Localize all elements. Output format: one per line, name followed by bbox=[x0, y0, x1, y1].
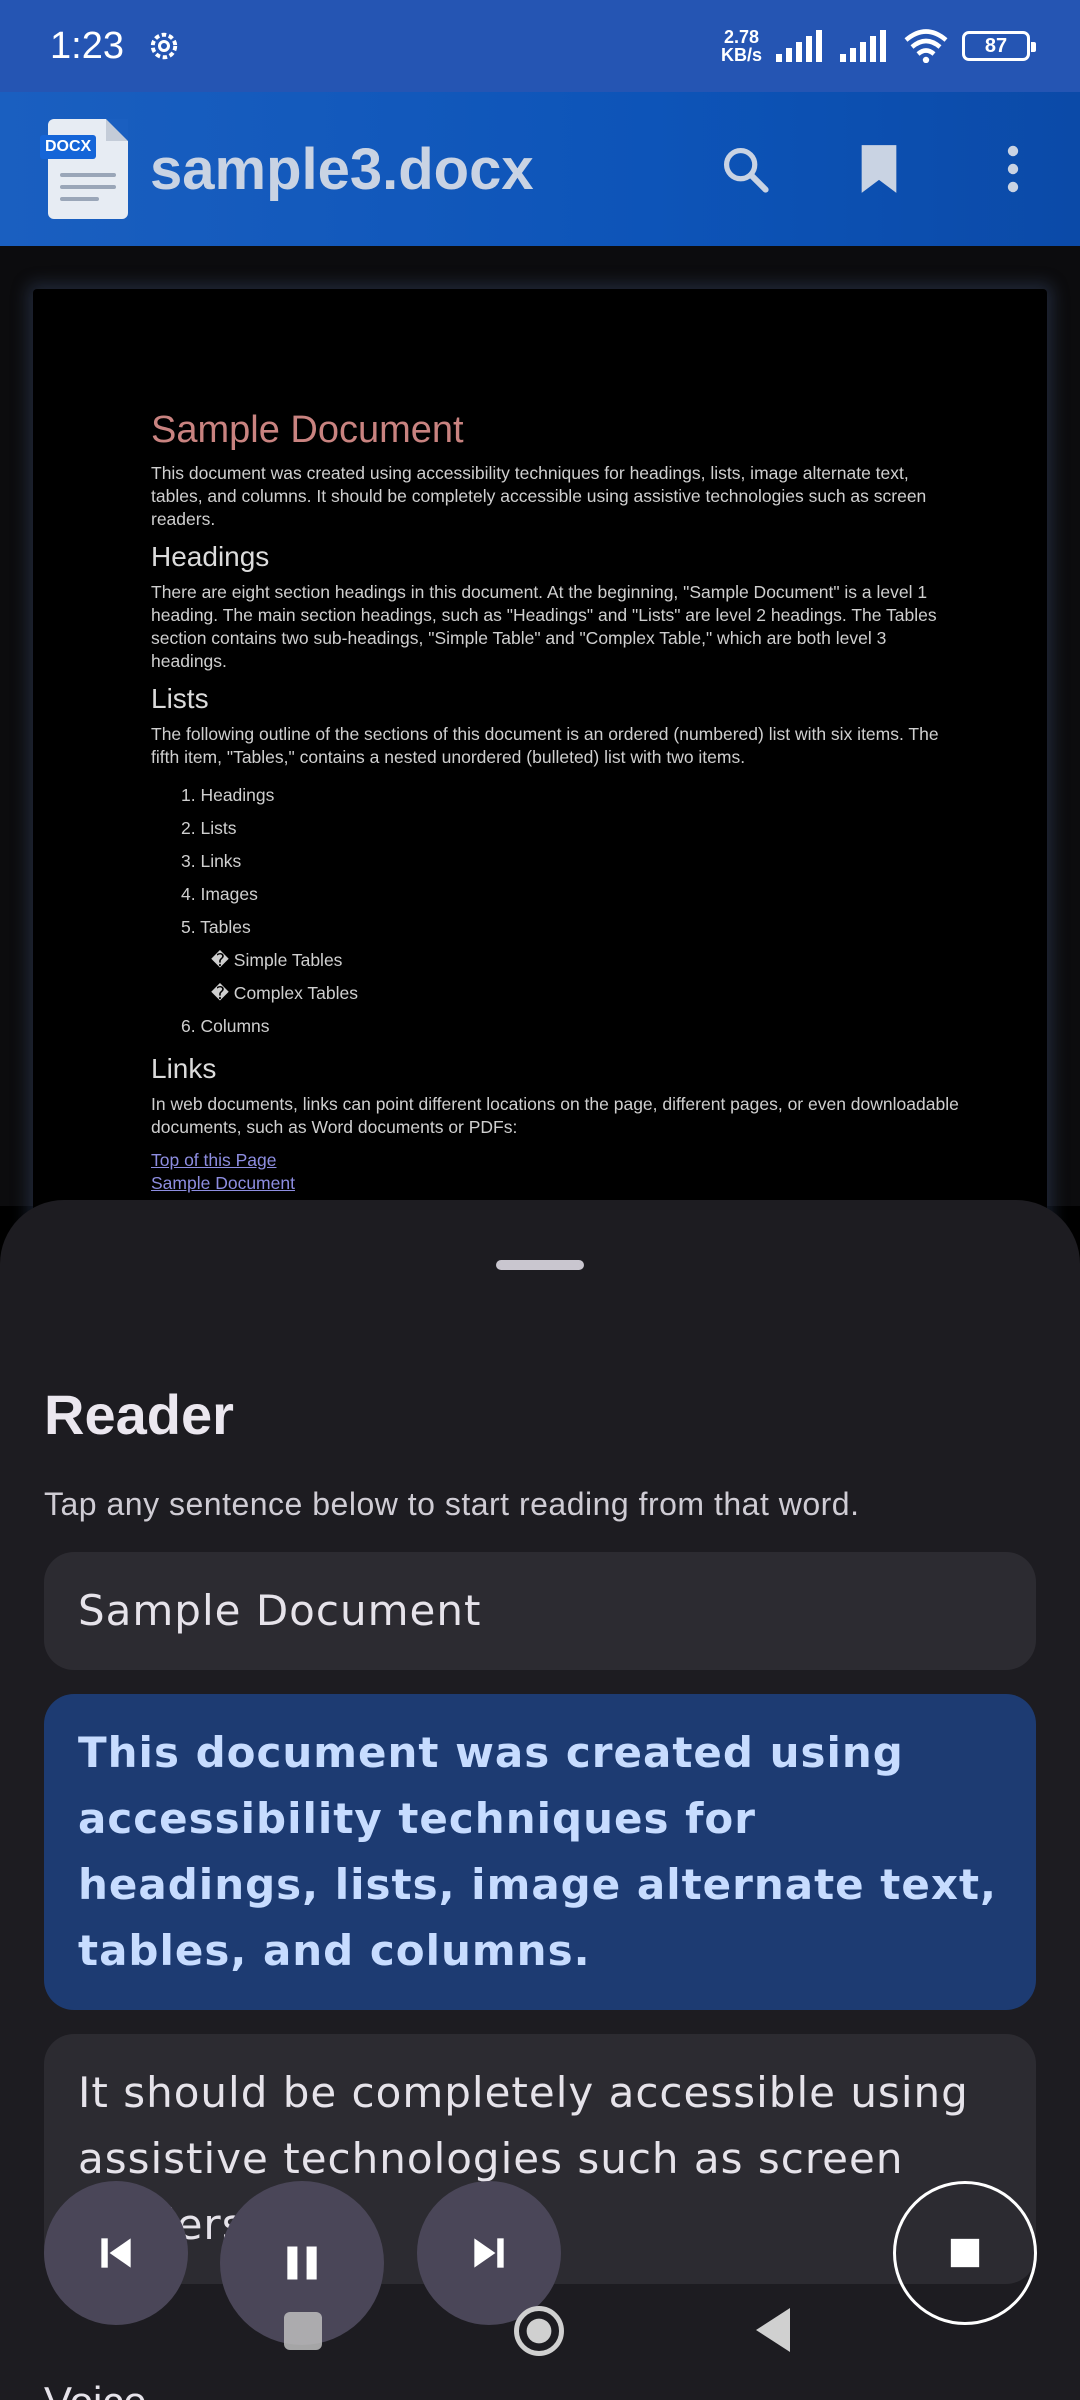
signal-icon bbox=[776, 30, 822, 62]
status-time: 1:23 bbox=[50, 24, 124, 67]
playback-controls bbox=[0, 2170, 1080, 2345]
stop-icon bbox=[950, 2238, 980, 2268]
back-nav-icon[interactable] bbox=[754, 2306, 794, 2354]
reader-hint: Tap any sentence below to start reading … bbox=[44, 1486, 860, 1522]
voice-section-label: Voice bbox=[44, 2378, 147, 2400]
drag-handle[interactable] bbox=[496, 1260, 584, 1270]
list-item: 3. Links bbox=[181, 851, 242, 871]
status-bar: 1:23 2.78 KB/s 87 bbox=[0, 0, 1080, 92]
document-title: sample3.docx bbox=[150, 136, 534, 202]
doc-heading-lists: Lists bbox=[151, 683, 209, 714]
doc-lists-paragraph: The following outline of the sections of… bbox=[151, 724, 939, 767]
network-speed-unit: KB/s bbox=[720, 45, 762, 65]
list-item: 4. Images bbox=[181, 884, 258, 904]
home-nav-icon[interactable] bbox=[512, 2304, 566, 2358]
doc-link-sample[interactable]: Sample Document bbox=[151, 1172, 961, 1195]
network-speed-value: 2.78 bbox=[723, 27, 760, 47]
pause-icon bbox=[287, 2246, 317, 2280]
list-item: 2. Lists bbox=[181, 818, 237, 838]
network-speed: 2.78 KB/s bbox=[721, 28, 762, 64]
document-page: Sample Document This document was create… bbox=[33, 289, 1047, 1269]
more-options-button[interactable] bbox=[946, 119, 1080, 219]
battery-indicator: 87 bbox=[962, 31, 1036, 61]
doc-intro-paragraph: This document was created using accessib… bbox=[151, 463, 927, 529]
doc-ordered-list: 1. Headings 2. Lists 3. Links 4. Images … bbox=[181, 779, 961, 1043]
sub-list-item: � Simple Tables bbox=[211, 950, 343, 970]
sentence-item-active[interactable]: This document was created using accessib… bbox=[44, 1694, 1036, 2010]
more-vert-icon bbox=[1007, 145, 1019, 193]
search-button[interactable] bbox=[678, 119, 812, 219]
file-type-badge: DOCX bbox=[40, 135, 97, 159]
skip-previous-icon bbox=[101, 2238, 131, 2268]
doc-link-top[interactable]: Top of this Page bbox=[151, 1149, 961, 1172]
bookmark-icon bbox=[861, 145, 897, 193]
doc-headings-paragraph: There are eight section headings in this… bbox=[151, 582, 937, 671]
bookmark-button[interactable] bbox=[812, 119, 946, 219]
list-item: 1. Headings bbox=[181, 785, 275, 805]
doc-heading-links: Links bbox=[151, 1053, 217, 1084]
skip-next-icon bbox=[474, 2238, 504, 2268]
docx-file-icon: DOCX bbox=[40, 119, 128, 219]
document-view[interactable]: Sample Document This document was create… bbox=[0, 246, 1080, 1269]
doc-heading-title: Sample Document bbox=[151, 409, 464, 451]
doc-heading-headings: Headings bbox=[151, 541, 270, 572]
sentence-item[interactable]: Sample Document bbox=[44, 1552, 1036, 1670]
recents-nav-button[interactable] bbox=[284, 2312, 322, 2350]
settings-gear-icon bbox=[150, 32, 178, 60]
list-item: 6. Columns bbox=[181, 1016, 270, 1036]
wifi-icon bbox=[904, 29, 948, 63]
reader-title: Reader bbox=[44, 1383, 234, 1446]
sub-list-item: � Complex Tables bbox=[211, 983, 358, 1003]
app-bar: DOCX sample3.docx bbox=[0, 92, 1080, 246]
status-indicators: 2.78 KB/s 87 bbox=[721, 28, 1036, 64]
signal-icon-2 bbox=[840, 30, 886, 62]
doc-links-paragraph: In web documents, links can point differ… bbox=[151, 1094, 959, 1137]
list-item: 5. Tables bbox=[181, 917, 251, 937]
search-icon bbox=[723, 147, 769, 193]
stop-button[interactable] bbox=[893, 2181, 1037, 2325]
skip-previous-button[interactable] bbox=[44, 2181, 188, 2325]
